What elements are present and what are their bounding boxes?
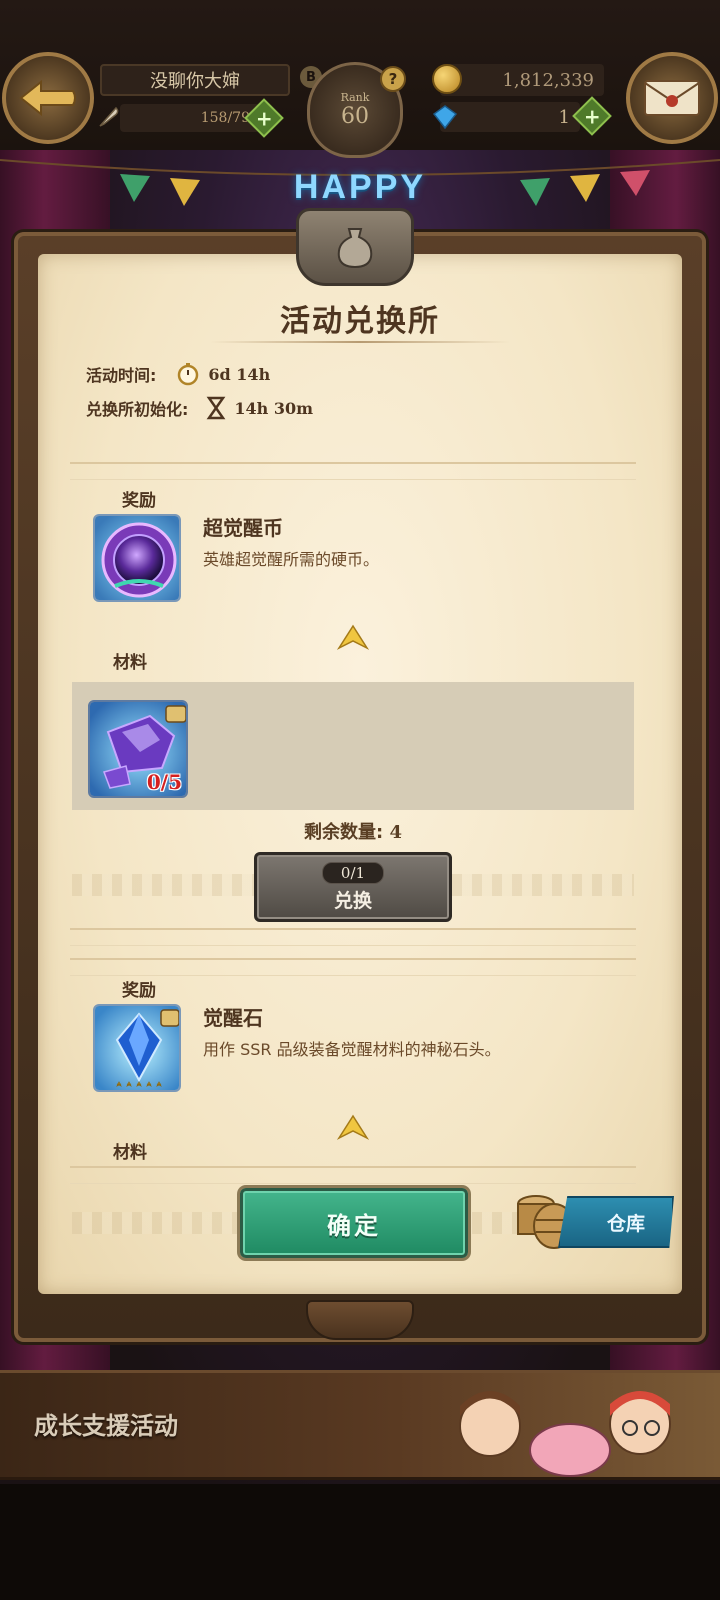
reward-label: 奖励 <box>122 981 156 1001</box>
entry-item-name: 觉醒石 <box>203 1006 263 1030</box>
diamond-icon <box>432 105 458 130</box>
pouch-icon <box>337 228 373 269</box>
up-arrow-icon <box>337 1114 369 1140</box>
entry-item-description: 英雄超觉醒所需的硬币。 <box>203 550 380 569</box>
entry-item-name: 超觉醒币 <box>203 516 283 540</box>
reset-time-value: 14h 30m <box>234 398 314 418</box>
exchange-count: 0/1 <box>321 861 385 884</box>
entry-ornament-bottom <box>70 928 636 946</box>
characters-illustration <box>459 1391 671 1477</box>
stopwatch-icon <box>178 363 199 386</box>
back-button[interactable] <box>2 52 94 144</box>
back-arrow-icon <box>19 79 76 117</box>
stamina-value: 158/79 <box>120 104 260 132</box>
dialog-title: 活动兑换所 <box>280 304 440 339</box>
storage-button[interactable]: 仓库 <box>558 1196 674 1248</box>
plus-icon: + <box>255 105 273 130</box>
growth-support-title: 成长支援活动 <box>34 1412 178 1440</box>
help-icon[interactable]: ? <box>380 66 406 92</box>
player-name: 没聊你大婶 <box>100 64 290 96</box>
remaining-quantity: 剩余数量: 4 <box>70 818 636 844</box>
awakening-stone-item[interactable] <box>93 1004 181 1092</box>
confirm-button[interactable]: 确定 <box>240 1188 468 1258</box>
reset-time-row: 兑换所初始化: 14h 30m <box>86 396 313 420</box>
gold-coin-icon <box>432 64 462 94</box>
gold-amount: 1,812,339 <box>440 64 604 96</box>
remaining-value: 4 <box>389 822 402 843</box>
plus-icon: + <box>583 103 601 128</box>
rank-label: Rank <box>340 91 370 104</box>
awakening-coin-icon <box>95 516 179 600</box>
awakening-crystal-material[interactable]: 0/5 <box>88 700 188 798</box>
event-time-label: 活动时间: <box>86 366 157 385</box>
envelope-icon <box>644 80 700 116</box>
hourglass-icon <box>207 396 226 420</box>
entry-ornament-top <box>70 958 636 976</box>
exchange-label: 兑换 <box>333 889 372 912</box>
reset-time-label: 兑换所初始化: <box>86 400 189 419</box>
material-quantity: 0/5 <box>146 770 182 794</box>
dialog-bottom-clasp <box>306 1300 414 1340</box>
rank-level: 60 <box>341 104 369 129</box>
event-time-row: 活动时间: 6d 14h <box>86 362 270 386</box>
reward-label: 奖励 <box>122 491 156 511</box>
title-divider <box>210 341 510 343</box>
footer-area <box>0 1484 720 1600</box>
exchange-button[interactable]: 0/1 兑换 <box>254 852 452 922</box>
material-label: 材料 <box>113 1143 147 1163</box>
event-time-value: 6d 14h <box>208 364 271 384</box>
material-label: 材料 <box>113 653 147 673</box>
entry-item-description: 用作 SSR 品级装备觉醒材料的神秘石头。 <box>203 1040 501 1059</box>
entry-ornament-bottom <box>70 1166 636 1184</box>
super-awakening-coin-item[interactable] <box>93 514 181 602</box>
happy-banner-text: HAPPY <box>293 168 427 206</box>
quill-icon <box>99 106 119 127</box>
remaining-label: 剩余数量: <box>303 822 384 843</box>
dialog-clasp <box>296 208 414 286</box>
up-arrow-icon <box>337 624 369 650</box>
gem-amount: 1 <box>440 102 580 132</box>
blue-gem-icon <box>95 1006 179 1090</box>
mail-button[interactable] <box>626 52 718 144</box>
